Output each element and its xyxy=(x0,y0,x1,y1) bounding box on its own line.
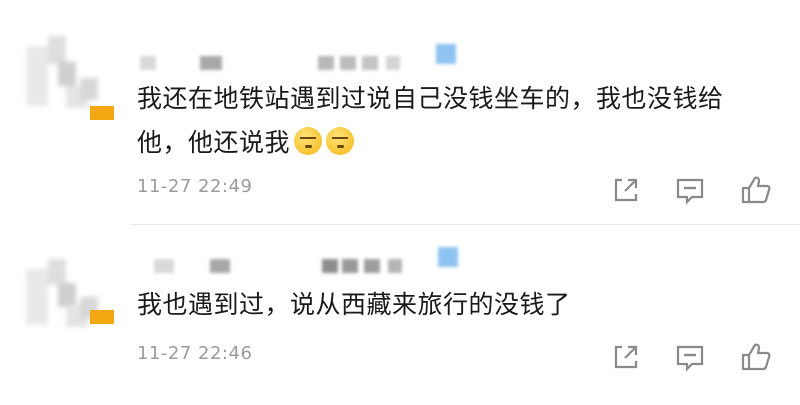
comment-icon xyxy=(676,345,704,372)
comment-icon xyxy=(676,178,704,205)
share-icon xyxy=(614,345,638,369)
comment-item: 我还在地铁站遇到过说自己没钱坐车的，我也没钱给他，他还说我 11-27 22:4… xyxy=(0,0,800,225)
share-button[interactable] xyxy=(608,339,644,375)
comment-timestamp: 11-27 22:46 xyxy=(137,343,253,364)
like-button[interactable] xyxy=(738,172,774,208)
comment-text: 我也遇到过，说从西藏来旅行的没钱了 xyxy=(137,290,571,319)
avatar[interactable] xyxy=(22,255,118,351)
comment-timestamp: 11-27 22:49 xyxy=(137,176,253,197)
comment-actions xyxy=(600,339,780,375)
verify-icon xyxy=(436,44,456,64)
comment-button[interactable] xyxy=(672,339,708,375)
verified-badge xyxy=(90,106,114,120)
comment-actions xyxy=(600,172,780,208)
like-button[interactable] xyxy=(738,339,774,375)
smirk-emoji-icon xyxy=(326,127,355,155)
username-blurred[interactable] xyxy=(140,245,480,285)
smirk-emoji-icon xyxy=(294,127,323,155)
verify-icon xyxy=(438,247,458,267)
share-button[interactable] xyxy=(608,172,644,208)
thumbs-up-icon xyxy=(741,176,771,204)
thumbs-up-icon xyxy=(741,343,771,371)
comment-item: 我也遇到过，说从西藏来旅行的没钱了 11-27 22:46 xyxy=(0,225,800,405)
comment-button[interactable] xyxy=(672,172,708,208)
username-blurred[interactable] xyxy=(140,38,480,78)
verified-badge xyxy=(90,310,114,324)
share-icon xyxy=(614,178,638,202)
comment-text: 我还在地铁站遇到过说自己没钱坐车的，我也没钱给他，他还说我 xyxy=(137,84,724,157)
